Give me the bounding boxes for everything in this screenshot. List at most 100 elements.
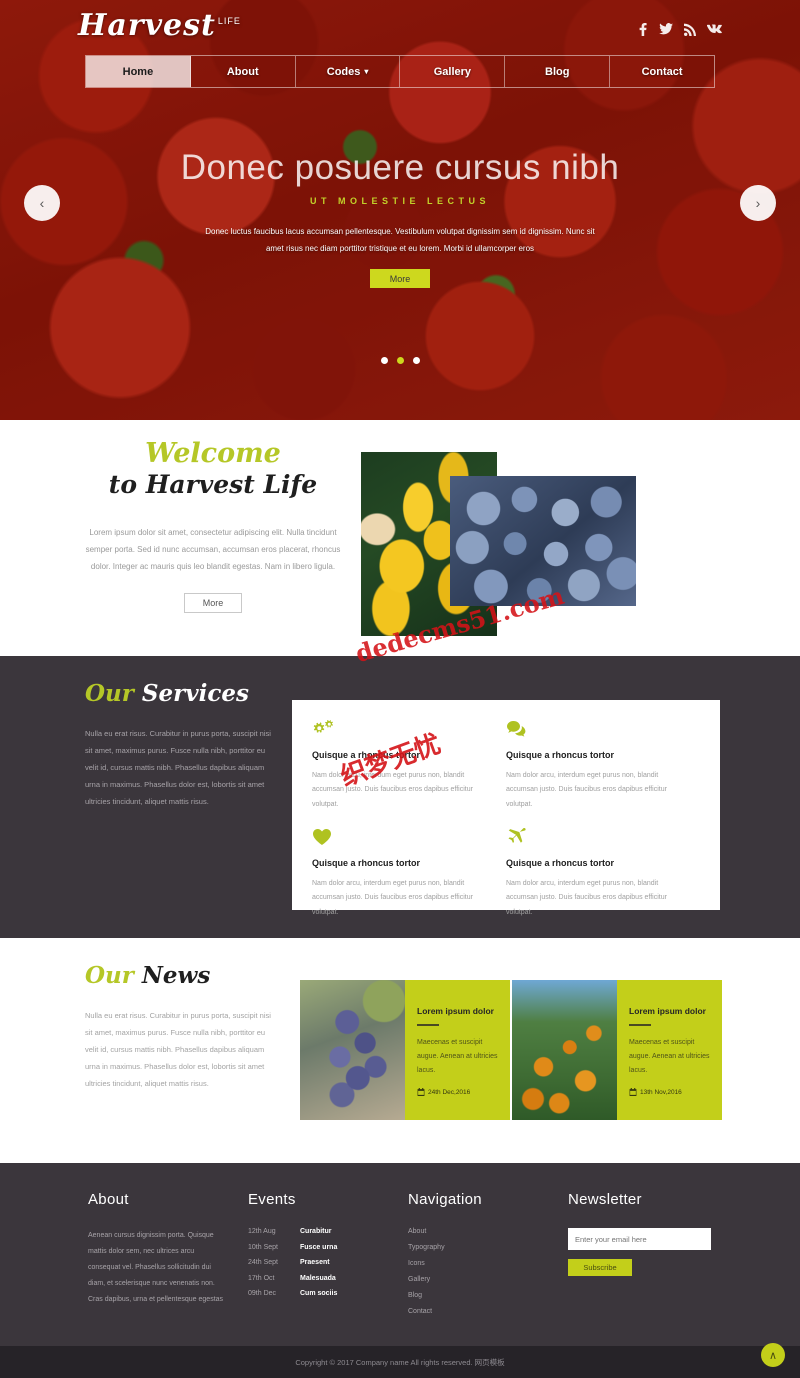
newsletter-subscribe-button[interactable]: Subscribe	[568, 1259, 632, 1276]
service-item-3[interactable]: Quisque a rhoncus tortor Nam dolor arcu,…	[312, 828, 506, 920]
news-heading: Our News	[85, 963, 280, 988]
news-heading-accent: Our	[85, 962, 134, 989]
nav-item-home[interactable]: Home	[86, 56, 191, 87]
event-row[interactable]: 12th Aug Curabitur	[248, 1228, 378, 1235]
slider-dot-3[interactable]	[412, 357, 420, 364]
grapes-image	[300, 980, 405, 1120]
hero-title: Donec posuere cursus nibh	[180, 148, 620, 187]
footer-link-about[interactable]: About	[408, 1228, 538, 1235]
services-heading-main: Services	[141, 680, 249, 707]
nav-item-codes[interactable]: Codes ▾	[296, 56, 401, 87]
event-date: 17th Oct	[248, 1274, 275, 1282]
footer-link-typography[interactable]: Typography	[408, 1244, 538, 1251]
slider-prev-arrow[interactable]: ‹	[24, 185, 60, 221]
heart-icon	[312, 828, 488, 850]
logo-text: Harvest	[78, 8, 216, 43]
vk-icon[interactable]	[707, 23, 722, 36]
news-text-block: Our News Nulla eu erat risus. Curabitur …	[85, 963, 280, 1093]
rss-icon[interactable]	[684, 23, 696, 36]
facebook-icon[interactable]	[637, 23, 648, 36]
event-date: 24th Sept	[248, 1259, 278, 1266]
footer-link-blog[interactable]: Blog	[408, 1292, 538, 1299]
nav-item-gallery[interactable]: Gallery	[400, 56, 506, 87]
service-title: Quisque a rhoncus tortor	[312, 858, 421, 869]
social-links	[637, 23, 722, 36]
event-name: Curabitur	[300, 1228, 332, 1235]
blueberries-image	[450, 476, 636, 606]
event-row[interactable]: 17th Oct Malesuada	[248, 1275, 378, 1282]
scroll-to-top-button[interactable]: ∧	[761, 1343, 785, 1367]
footer-navigation-title: Navigation	[408, 1191, 482, 1208]
services-text-block: Our Services Nulla eu erat risus. Curabi…	[85, 681, 280, 811]
welcome-body: Lorem ipsum dolor sit amet, consectetur …	[85, 527, 341, 571]
slider-dots	[0, 357, 800, 364]
news-card-2[interactable]: Lorem ipsum dolor Maecenas et suscipit a…	[512, 980, 722, 1120]
news-card-desc: Maecenas et suscipit augue. Aenean at ul…	[417, 1039, 498, 1074]
hero-description: Donec luctus faucibus lacus accumsan pel…	[205, 227, 595, 253]
hero-subtitle: UT MOLESTIE LECTUS	[310, 196, 490, 206]
news-card-date-text: 13th Nov,2016	[640, 1088, 682, 1096]
news-card-body: Lorem ipsum dolor Maecenas et suscipit a…	[617, 980, 722, 1120]
service-item-4[interactable]: Quisque a rhoncus tortor Nam dolor arcu,…	[506, 828, 700, 920]
newsletter-email-input[interactable]	[568, 1228, 711, 1250]
news-card-title: Lorem ipsum dolor	[417, 1006, 494, 1016]
footer-navigation-column: Navigation About Typography Icons Galler…	[408, 1191, 538, 1324]
event-date: 10th Sept	[248, 1243, 278, 1251]
services-body: Nulla eu erat risus. Curabitur in purus …	[85, 729, 271, 806]
footer: About Aenean cursus dignissim porta. Qui…	[0, 1163, 800, 1346]
service-title: Quisque a rhoncus tortor	[312, 750, 421, 760]
gears-icon	[312, 720, 488, 742]
nav-label: About	[226, 65, 259, 78]
news-heading-main: News	[141, 962, 211, 989]
slider-next-arrow[interactable]: ›	[740, 185, 776, 221]
footer-about-body: Aenean cursus dignissim porta. Quisque m…	[88, 1232, 224, 1304]
event-row[interactable]: 24th Sept Praesent	[248, 1259, 378, 1266]
slider-dot-2[interactable]	[396, 357, 404, 364]
event-name: Praesent	[300, 1259, 330, 1266]
footer-about-title: About	[88, 1191, 129, 1208]
hero-more-button[interactable]: More	[370, 269, 430, 288]
slider-dot-1[interactable]	[380, 357, 388, 364]
footer-events-title: Events	[248, 1191, 296, 1208]
welcome-heading-line2: to Harvest Life	[108, 470, 318, 500]
services-card-panel: Quisque a rhoncus tortor Nam dolor arcu,…	[292, 700, 720, 916]
footer-link-icons[interactable]: Icons	[408, 1260, 538, 1267]
news-card-date: 13th Nov,2016	[629, 1088, 710, 1096]
nav-item-about[interactable]: About	[191, 56, 296, 87]
news-card-body: Lorem ipsum dolor Maecenas et suscipit a…	[405, 980, 510, 1120]
news-card-desc: Maecenas et suscipit augue. Aenean at ul…	[629, 1039, 710, 1074]
news-card-date: 24th Dec,2016	[417, 1088, 498, 1096]
footer-newsletter-column: Newsletter Subscribe	[568, 1191, 738, 1276]
nav-label: Codes	[326, 65, 361, 78]
nav-item-contact[interactable]: Contact	[610, 56, 714, 87]
oranges-image	[512, 980, 617, 1120]
footer-link-gallery[interactable]: Gallery	[408, 1276, 538, 1283]
services-heading-accent: Our	[85, 680, 134, 707]
nav-label: Blog	[545, 65, 570, 78]
services-heading: Our Services	[85, 681, 280, 706]
service-desc: Nam dolor arcu, interdum eget purus non,…	[506, 772, 667, 808]
plane-icon	[506, 828, 682, 850]
service-desc: Nam dolor arcu, interdum eget purus non,…	[506, 880, 667, 916]
event-row[interactable]: 10th Sept Fusce urna	[248, 1244, 378, 1251]
news-card-1[interactable]: Lorem ipsum dolor Maecenas et suscipit a…	[300, 980, 510, 1120]
welcome-text-block: Welcome to Harvest Life Lorem ipsum dolo…	[85, 438, 341, 614]
service-item-2[interactable]: Quisque a rhoncus tortor Nam dolor arcu,…	[506, 720, 700, 812]
chevron-down-icon: ▾	[364, 67, 369, 76]
nav-item-blog[interactable]: Blog	[505, 56, 611, 87]
site-logo[interactable]: Harvest LIFE	[78, 8, 241, 43]
welcome-more-button[interactable]: More	[184, 593, 242, 614]
footer-link-contact[interactable]: Contact	[408, 1308, 538, 1315]
service-desc: Nam dolor arcu, interdum eget purus non,…	[312, 880, 473, 916]
news-card-title: Lorem ipsum dolor	[629, 1006, 706, 1016]
service-title: Quisque a rhoncus tortor	[506, 858, 615, 869]
twitter-icon[interactable]	[659, 23, 673, 36]
service-desc: Nam dolor arcu, interdum eget purus non,…	[312, 772, 473, 808]
main-navigation: Home About Codes ▾ Gallery Blog Contact	[85, 55, 715, 88]
service-item-1[interactable]: Quisque a rhoncus tortor Nam dolor arcu,…	[312, 720, 506, 812]
calendar-icon	[629, 1088, 637, 1096]
news-card-divider	[629, 1024, 651, 1026]
footer-newsletter-title: Newsletter	[568, 1191, 642, 1208]
event-row[interactable]: 09th Dec Cum sociis	[248, 1290, 378, 1297]
news-card-date-text: 24th Dec,2016	[428, 1088, 471, 1096]
